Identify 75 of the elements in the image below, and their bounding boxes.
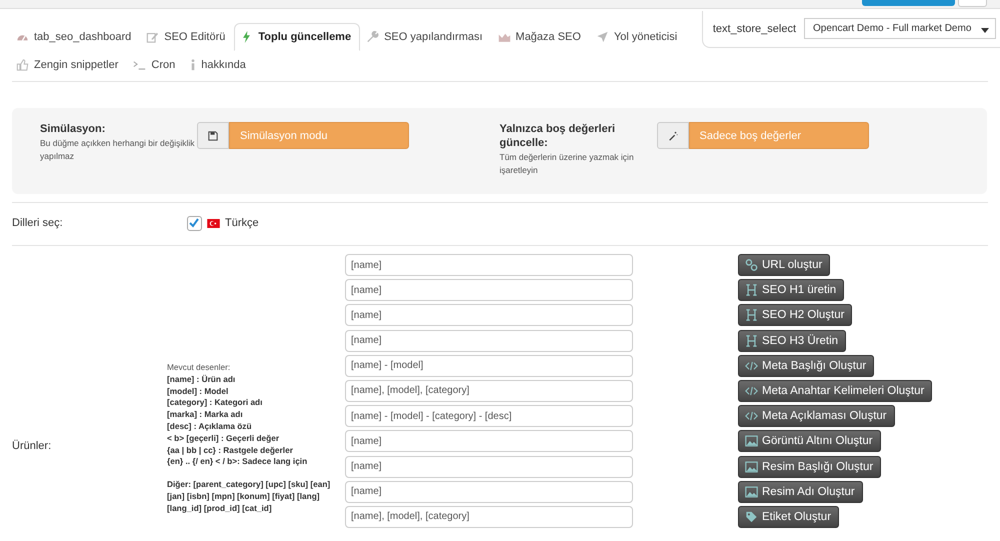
products-label: Ürünler:	[12, 440, 52, 452]
pattern-field[interactable]: [name]	[345, 254, 633, 276]
generate-button[interactable]: URL oluştur	[738, 254, 830, 276]
generate-button[interactable]: SEO H1 üretin	[738, 279, 844, 302]
tab[interactable]: Cron	[127, 51, 184, 79]
pattern-field[interactable]: [name] - [model] - [category] - [desc]	[345, 405, 633, 428]
option-help: Bu düğme açıkken herhangi bir değişiklik yapılmaz	[40, 137, 196, 163]
checkbox[interactable]	[187, 216, 202, 230]
edit-icon	[146, 31, 160, 43]
tab[interactable]: SEO yapılandırması	[360, 23, 492, 51]
tag-icon	[745, 510, 758, 523]
pattern-field[interactable]: [name]	[345, 330, 633, 352]
generate-button[interactable]: SEO H3 Üretin	[738, 330, 846, 352]
pattern-field[interactable]: [name]	[345, 430, 633, 452]
wrench-icon	[366, 31, 380, 43]
pattern-field[interactable]: [name]	[345, 456, 633, 478]
option-title: Simülasyon:	[40, 122, 106, 136]
tab[interactable]: hakkında	[184, 51, 255, 79]
image-icon	[745, 486, 758, 498]
pattern-field[interactable]: [name] - [model]	[345, 354, 633, 377]
toggle-icon-box[interactable]	[656, 122, 688, 149]
pattern-item: [marka] : Marka adı	[167, 409, 244, 421]
pattern-item: [model] : Model	[167, 386, 230, 398]
image-icon	[745, 435, 758, 448]
store-select[interactable]: Opencart Demo - Full market Demo	[804, 18, 996, 39]
generate-button[interactable]: SEO H2 Oluştur	[738, 304, 852, 326]
pattern-item: [category] : Kategori adı	[167, 397, 264, 410]
other-patterns: Diğer: [parent_category] [upc] [sku] [ean] [jan] [isbn] [mpn] [konum] [fiyat] [lang] [lang_id] [prod_id] [cat_id]	[167, 479, 332, 515]
pattern-field[interactable]: [name]	[345, 279, 633, 302]
option-title: Yalnızca boş değerleri güncelle:	[500, 122, 616, 150]
heading-icon	[745, 334, 758, 347]
toggle-icon-box[interactable]	[197, 122, 229, 149]
generate-button[interactable]: Meta Anahtar Kelimeleri Oluştur	[738, 380, 932, 402]
pattern-item: < b> [geçerli] : Geçerli değer	[167, 432, 280, 445]
image-icon	[745, 460, 758, 472]
thumbs-up-icon	[16, 59, 29, 71]
pattern-item: [desc] : Açıklama özü	[167, 420, 253, 433]
info-icon	[190, 59, 196, 71]
pattern-field[interactable]: [name], [model], [category]	[345, 506, 633, 528]
wand-icon	[668, 130, 678, 140]
heading-icon	[745, 284, 758, 296]
generate-button[interactable]: Resim Adı Oluştur	[738, 480, 863, 503]
tab[interactable]: Zengin snippetler	[10, 51, 128, 79]
generate-button[interactable]: Meta Başlığı Oluştur	[738, 354, 874, 377]
pattern-item: [name] : Ürün adı	[167, 374, 236, 386]
language-name: Türkçe	[225, 217, 259, 229]
code-icon	[745, 360, 758, 372]
primary-button[interactable]	[862, 0, 955, 6]
pattern-field[interactable]: [name]	[345, 304, 633, 326]
tab[interactable]: SEO Editörü	[140, 23, 234, 51]
generate-button[interactable]: Görüntü Altını Oluştur	[738, 430, 881, 452]
send-icon	[596, 31, 609, 43]
heading-icon	[745, 309, 758, 322]
patterns-title: Mevcut desenler:	[167, 362, 232, 374]
pattern-item: {aa | bb | cc} : Rastgele değerler	[167, 444, 294, 456]
tab[interactable]: Mağaza SEO	[492, 23, 590, 51]
generate-button[interactable]: Meta Açıklaması Oluştur	[738, 405, 895, 428]
tab[interactable]: tab_seo_dashboard	[10, 23, 140, 51]
store-label: text_store_select	[712, 22, 796, 34]
generate-button[interactable]: Etiket Oluştur	[738, 506, 840, 528]
languages-label: Dilleri seç:	[12, 217, 64, 229]
tab[interactable]: Yol yöneticisi	[590, 23, 686, 51]
terminal-icon	[133, 59, 146, 71]
code-icon	[745, 410, 758, 422]
secondary-button[interactable]	[958, 0, 987, 7]
option-help: Tüm değerlerin üzerine yazmak için işaretleyin	[500, 151, 635, 177]
pattern-field[interactable]: [name]	[345, 480, 633, 503]
pattern-field[interactable]: [name], [model], [category]	[345, 380, 633, 402]
save-icon	[208, 130, 218, 140]
flag-icon	[207, 218, 220, 228]
link-icon	[745, 259, 758, 271]
generate-button[interactable]: Resim Başlığı Oluştur	[738, 456, 882, 478]
code-icon	[745, 384, 758, 397]
tab[interactable]: Toplu güncelleme	[234, 23, 360, 51]
pattern-item: {en} .. {/ en} < / b>: Sadece lang için	[167, 456, 308, 468]
